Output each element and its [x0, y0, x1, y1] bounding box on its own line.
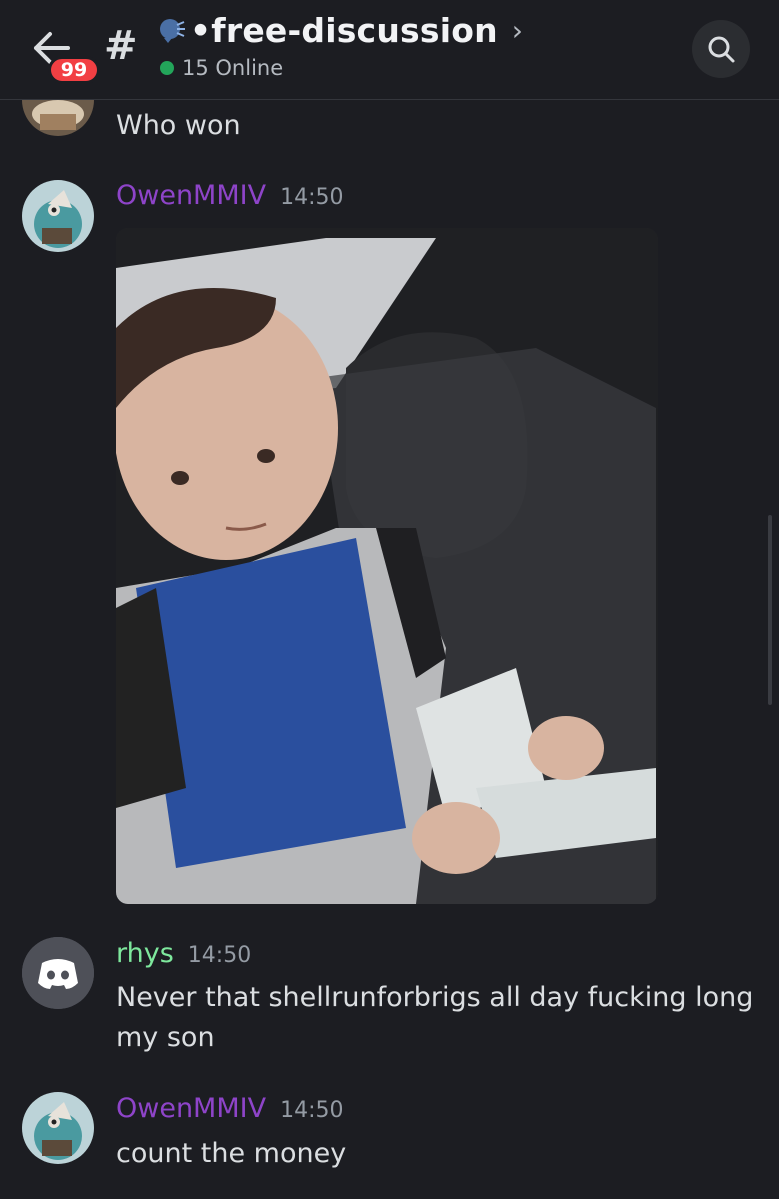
- channel-hash-icon: #: [104, 23, 138, 69]
- message-header: OwenMMIV 14:50: [116, 180, 344, 211]
- discord-logo-icon: [22, 937, 94, 1009]
- avatar[interactable]: [22, 937, 94, 1009]
- search-icon: [708, 36, 735, 63]
- message-text-line-1: Never that shellrunforbrigs all day fuck…: [116, 978, 753, 1018]
- message-header: OwenMMIV 14:50: [116, 1093, 344, 1124]
- channel-name: •free-discussion: [190, 10, 498, 50]
- message-text: Who won: [116, 110, 241, 141]
- search-button[interactable]: [692, 20, 750, 78]
- online-status: 15 Online: [160, 56, 283, 80]
- timestamp: 14:50: [280, 1098, 344, 1123]
- channel-header: 99 # •free-discussion › 15 Online: [0, 0, 779, 100]
- online-count: 15 Online: [182, 56, 284, 80]
- chevron-right-icon: ›: [511, 13, 523, 47]
- online-dot-icon: [160, 61, 174, 75]
- gif-image[interactable]: [116, 228, 658, 904]
- timestamp: 14:50: [187, 943, 252, 968]
- author-name[interactable]: rhys: [116, 938, 174, 969]
- scrollbar[interactable]: [768, 515, 772, 705]
- speaker-emoji-icon: [160, 19, 185, 43]
- author-name[interactable]: OwenMMIV: [116, 1093, 266, 1124]
- message-text: my son: [116, 1022, 215, 1053]
- message-header: rhys 14:50: [116, 938, 251, 969]
- author-name[interactable]: OwenMMIV: [116, 180, 266, 211]
- message-text: count the money: [116, 1138, 347, 1169]
- message-text: Never that shellrunforbrigs all day fuck…: [116, 982, 754, 1013]
- avatar[interactable]: [22, 1092, 94, 1164]
- avatar[interactable]: [22, 180, 94, 252]
- message-text-line: count the money: [116, 1134, 346, 1174]
- channel-title[interactable]: •free-discussion ›: [158, 10, 523, 50]
- unread-badge: 99: [48, 56, 100, 84]
- message-1: Who won: [116, 106, 241, 146]
- message-text-line-2: my son: [116, 1018, 215, 1058]
- timestamp: 14:50: [280, 185, 344, 210]
